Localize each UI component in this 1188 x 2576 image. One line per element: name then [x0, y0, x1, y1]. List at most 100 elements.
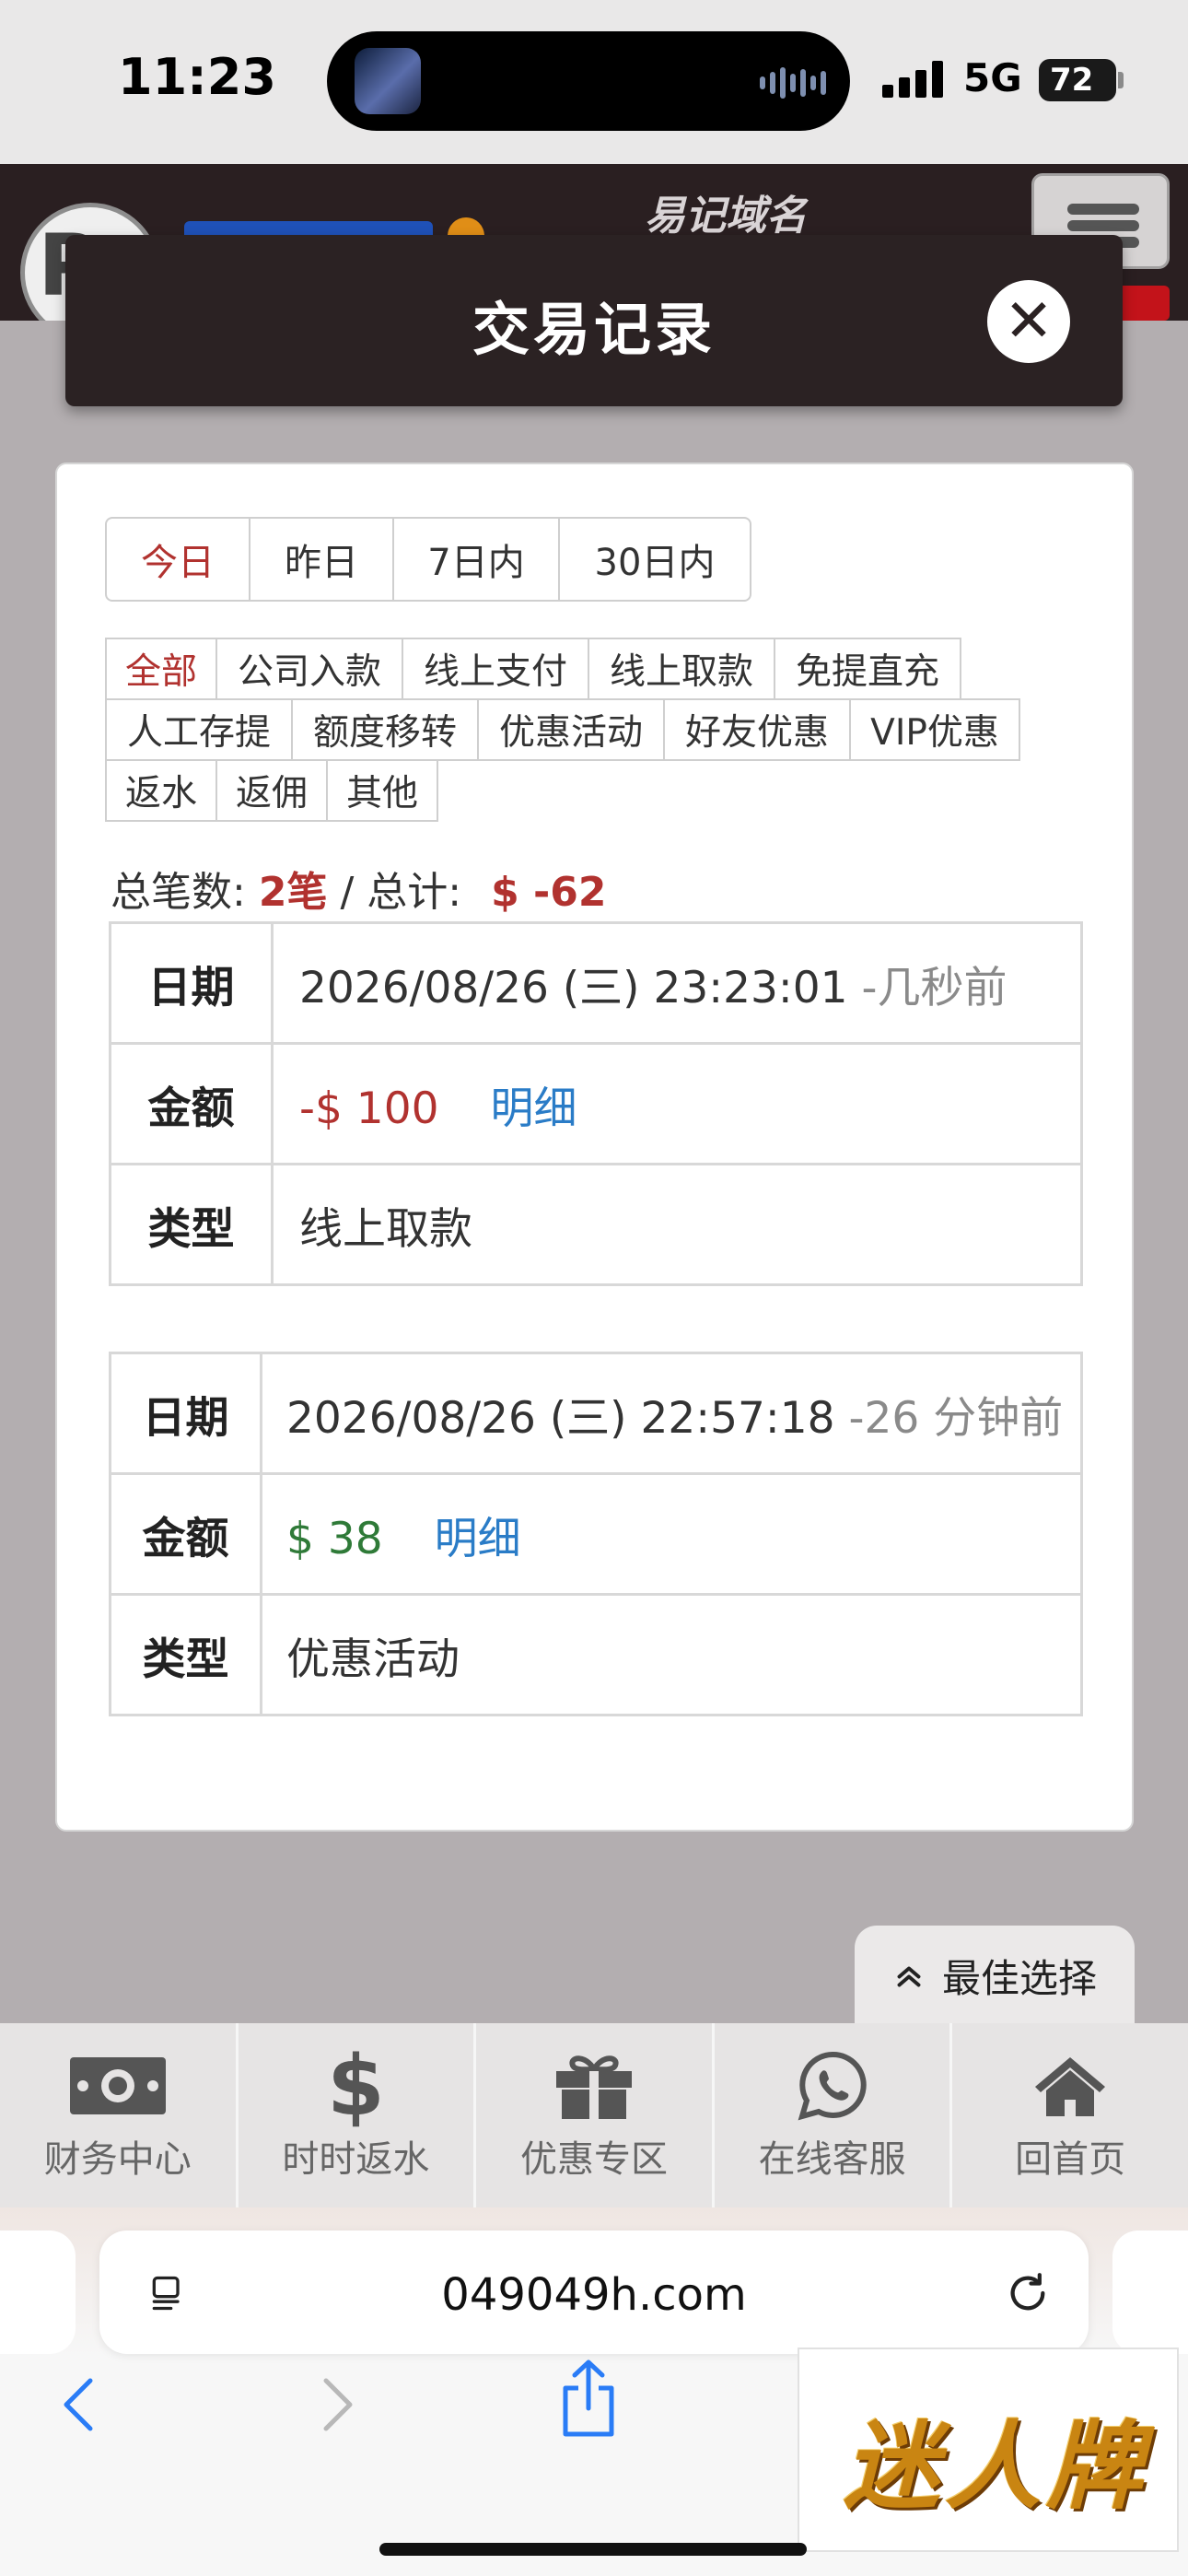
type-value: 优惠活动 [260, 1593, 1083, 1716]
now-playing-thumbnail [355, 48, 421, 114]
summary-line: 总笔数: 2笔 / 总计: $ -62 [111, 859, 607, 918]
filter-friend-bonus[interactable]: 好友优惠 [663, 698, 851, 761]
address-bar[interactable]: 049049h.com [99, 2231, 1089, 2354]
previous-tab-peek[interactable] [0, 2231, 76, 2354]
dollar-icon: $ [327, 2037, 385, 2135]
filter-promotion[interactable]: 优惠活动 [477, 698, 665, 761]
bottom-nav: 财务中心 $ 时时返水 优惠专区 在线客服 回首页 [0, 2023, 1188, 2207]
date-value: 2026/08/26 (三) 23:23:01 -几秒前 [271, 921, 1083, 1045]
count-value: 2笔 [258, 869, 328, 916]
tab-30-days[interactable]: 30日内 [560, 519, 750, 600]
nav-online-service[interactable]: 在线客服 [715, 2023, 953, 2207]
battery-cap [1118, 72, 1124, 88]
nav-promotions[interactable]: 优惠专区 [476, 2023, 715, 2207]
double-chevron-up-icon [897, 1966, 921, 1987]
url-text: 049049h.com [441, 2269, 747, 2321]
nav-finance-center[interactable]: 财务中心 [0, 2023, 239, 2207]
filter-vip-bonus[interactable]: VIP优惠 [849, 698, 1020, 761]
money-icon [68, 2048, 168, 2124]
filter-direct-recharge[interactable]: 免提直充 [774, 638, 961, 700]
total-value: $ -62 [491, 869, 607, 916]
amount-label: 金额 [109, 1472, 262, 1596]
date-label: 日期 [109, 921, 274, 1045]
back-icon[interactable] [61, 2377, 98, 2432]
tab-yesterday[interactable]: 昨日 [250, 519, 394, 600]
filter-row-2: 人工存提 额度移转 优惠活动 好友优惠 VIP优惠 [105, 698, 1020, 761]
next-tab-peek[interactable] [1112, 2231, 1188, 2354]
record-card: 日期 2026/08/26 (三) 23:23:01 -几秒前 金额 -$ 10… [109, 921, 1083, 1286]
best-choice-label: 最佳选择 [941, 1955, 1097, 2001]
gift-icon [554, 2048, 634, 2124]
nav-label: 财务中心 [43, 2138, 192, 2181]
nav-home[interactable]: 回首页 [952, 2023, 1188, 2207]
table-row: 类型 优惠活动 [109, 1593, 1083, 1716]
filter-other[interactable]: 其他 [326, 759, 438, 822]
count-label: 总笔数: [111, 869, 246, 916]
filter-row-1: 全部 公司入款 线上支付 线上取款 免提直充 [105, 638, 961, 700]
battery-icon: 72 [1039, 59, 1116, 101]
audio-wave-icon [760, 66, 826, 100]
forward-icon[interactable] [319, 2377, 355, 2432]
filter-online-payment[interactable]: 线上支付 [402, 638, 589, 700]
reload-icon[interactable] [1002, 2267, 1054, 2319]
amount-label: 金额 [109, 1042, 274, 1165]
nav-rebate[interactable]: $ 时时返水 [239, 2023, 477, 2207]
best-choice-tab[interactable]: 最佳选择 [855, 1926, 1135, 2025]
type-label: 类型 [109, 1163, 274, 1286]
ad-overlay[interactable]: 迷人牌 [798, 2348, 1179, 2552]
network-type: 5G [963, 55, 1022, 100]
filter-row-3: 返水 返佣 其他 [105, 759, 438, 822]
dynamic-island[interactable] [327, 31, 850, 131]
transaction-panel: 今日 昨日 7日内 30日内 全部 公司入款 线上支付 线上取款 免提直充 人工… [55, 463, 1134, 1832]
date-range-tabs: 今日 昨日 7日内 30日内 [105, 517, 751, 602]
date-value: 2026/08/26 (三) 22:57:18 -26 分钟前 [260, 1352, 1083, 1475]
modal-header: 交易记录 ✕ [65, 235, 1123, 406]
date-text: 2026/08/26 (三) 23:23:01 [299, 962, 848, 1013]
filter-rebate[interactable]: 返水 [105, 759, 217, 822]
close-button[interactable]: ✕ [987, 280, 1070, 363]
status-time: 11:23 [118, 48, 276, 106]
filter-transfer[interactable]: 额度移转 [291, 698, 479, 761]
table-row: 日期 2026/08/26 (三) 23:23:01 -几秒前 [109, 921, 1083, 1045]
home-icon [1033, 2048, 1107, 2124]
nav-label: 时时返水 [282, 2138, 430, 2181]
table-row: 日期 2026/08/26 (三) 22:57:18 -26 分钟前 [109, 1352, 1083, 1475]
share-icon[interactable] [558, 2359, 619, 2438]
date-text: 2026/08/26 (三) 22:57:18 [286, 1392, 835, 1444]
tab-7-days[interactable]: 7日内 [394, 519, 560, 600]
time-ago: -几秒前 [861, 962, 1007, 1013]
amount-text: $ 38 [286, 1513, 383, 1564]
detail-link[interactable]: 明细 [491, 1083, 577, 1134]
filter-all[interactable]: 全部 [105, 638, 217, 700]
amount-text: -$ 100 [299, 1083, 439, 1134]
date-label: 日期 [109, 1352, 262, 1475]
time-ago: -26 分钟前 [848, 1392, 1064, 1444]
tab-today[interactable]: 今日 [107, 519, 250, 600]
ad-logo-text: 迷人牌 [844, 2410, 1148, 2523]
filter-company-deposit[interactable]: 公司入款 [215, 638, 403, 700]
amount-value: $ 38 明细 [260, 1472, 1083, 1596]
amount-value: -$ 100 明细 [271, 1042, 1083, 1165]
site-header-title: 易记域名 [645, 193, 807, 240]
signal-icon [882, 61, 943, 98]
table-row: 金额 $ 38 明细 [109, 1472, 1083, 1596]
filter-commission[interactable]: 返佣 [215, 759, 328, 822]
record-card: 日期 2026/08/26 (三) 22:57:18 -26 分钟前 金额 $ … [109, 1352, 1083, 1716]
close-icon: ✕ [1004, 287, 1054, 356]
filter-manual[interactable]: 人工存提 [105, 698, 293, 761]
type-value: 线上取款 [271, 1163, 1083, 1286]
total-label: 总计: [367, 869, 462, 916]
home-indicator[interactable] [379, 2543, 807, 2556]
summary-separator: / [340, 869, 355, 916]
filter-online-withdraw[interactable]: 线上取款 [588, 638, 775, 700]
table-row: 金额 -$ 100 明细 [109, 1042, 1083, 1165]
nav-label: 回首页 [1015, 2138, 1126, 2181]
type-label: 类型 [109, 1593, 262, 1716]
modal-title: 交易记录 [472, 296, 716, 363]
detail-link[interactable]: 明细 [435, 1514, 521, 1564]
battery-level: 72 [1050, 62, 1094, 99]
status-bar: 11:23 5G 72 [0, 0, 1188, 164]
table-row: 类型 线上取款 [109, 1163, 1083, 1286]
whatsapp-icon [797, 2048, 868, 2124]
nav-label: 优惠专区 [519, 2138, 668, 2181]
